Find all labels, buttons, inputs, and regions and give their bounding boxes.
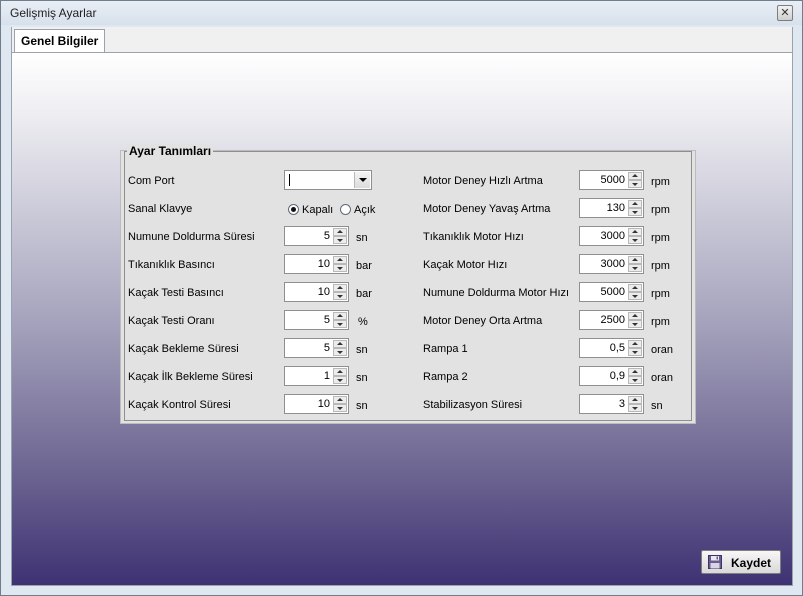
- spin-down-icon[interactable]: [628, 236, 642, 244]
- left-row-label: Kaçak Bekleme Süresi: [128, 343, 239, 355]
- spin-down-icon[interactable]: [333, 264, 347, 272]
- save-button-label: Kaydet: [731, 556, 772, 570]
- motor-deney-orta-artma-input[interactable]: 2500: [579, 310, 644, 330]
- right-row-label: Rampa 1: [423, 343, 468, 355]
- com-port-select[interactable]: [284, 170, 372, 190]
- motor-deney-hizli-artma-input[interactable]: 5000: [579, 170, 644, 190]
- unit-label: bar: [356, 260, 372, 272]
- unit-label: bar: [356, 288, 372, 300]
- spin-up-icon[interactable]: [628, 396, 642, 404]
- unit-label: sn: [356, 344, 368, 356]
- tikaniklik-motor-hizi-input[interactable]: 3000: [579, 226, 644, 246]
- numune-doldurma-suresi-input[interactable]: 5: [284, 226, 349, 246]
- spin-up-icon[interactable]: [333, 396, 347, 404]
- unit-label: sn: [651, 400, 663, 412]
- window-title: Gelişmiş Ayarlar: [10, 6, 97, 20]
- kacak-testi-basinci-input[interactable]: 10: [284, 282, 349, 302]
- kacak-kontrol-suresi-input[interactable]: 10: [284, 394, 349, 414]
- unit-label: sn: [356, 232, 368, 244]
- right-row-label: Tıkanıklık Motor Hızı: [423, 231, 524, 243]
- tab-genel-bilgiler[interactable]: Genel Bilgiler: [14, 29, 106, 53]
- radio-kapali-label[interactable]: Kapalı: [302, 204, 333, 216]
- spin-down-icon[interactable]: [628, 376, 642, 384]
- spin-up-icon[interactable]: [333, 284, 347, 292]
- kacak-testi-orani-input[interactable]: 5: [284, 310, 349, 330]
- kacak-ilk-bekleme-suresi-input[interactable]: 1: [284, 366, 349, 386]
- settings-window: Gelişmiş Ayarlar ✕ Genel Bilgiler Ayar T…: [0, 0, 803, 596]
- spin-down-icon[interactable]: [333, 292, 347, 300]
- kacak-bekleme-suresi-input[interactable]: 5: [284, 338, 349, 358]
- spin-down-icon[interactable]: [333, 404, 347, 412]
- tab-strip: Genel Bilgiler: [11, 27, 793, 53]
- spin-up-icon[interactable]: [628, 256, 642, 264]
- spin-up-icon[interactable]: [628, 284, 642, 292]
- spin-up-icon[interactable]: [628, 172, 642, 180]
- spin-up-icon[interactable]: [628, 340, 642, 348]
- spin-down-icon[interactable]: [333, 236, 347, 244]
- left-row-label: Kaçak Testi Basıncı: [128, 287, 224, 299]
- group-title: Ayar Tanımları: [127, 144, 214, 158]
- right-row-label: Rampa 2: [423, 371, 468, 383]
- right-row-label: Motor Deney Yavaş Artma: [423, 203, 551, 215]
- title-bar: Gelişmiş Ayarlar ✕: [1, 1, 802, 25]
- right-row-label: Numune Doldurma Motor Hızı: [423, 287, 570, 299]
- spin-up-icon[interactable]: [628, 312, 642, 320]
- settings-group: Ayar Tanımları Com Port Sanal Klavye Kap…: [120, 144, 696, 424]
- spin-up-icon[interactable]: [333, 368, 347, 376]
- right-row-label: Motor Deney Orta Artma: [423, 315, 543, 327]
- spin-down-icon[interactable]: [628, 208, 642, 216]
- left-row-label: Kaçak Testi Oranı: [128, 315, 215, 327]
- left-row-label: Kaçak Kontrol Süresi: [128, 399, 231, 411]
- unit-label: rpm: [651, 204, 670, 216]
- tikaniklik-basinci-input[interactable]: 10: [284, 254, 349, 274]
- save-button[interactable]: Kaydet: [701, 550, 781, 574]
- kacak-motor-hizi-input[interactable]: 3000: [579, 254, 644, 274]
- unit-label: %: [358, 316, 368, 328]
- spin-up-icon[interactable]: [628, 368, 642, 376]
- radio-acik[interactable]: [340, 204, 351, 215]
- motor-deney-yavas-artma-input[interactable]: 130: [579, 198, 644, 218]
- spin-up-icon[interactable]: [333, 256, 347, 264]
- spin-up-icon[interactable]: [333, 228, 347, 236]
- rampa-2-input[interactable]: 0,9: [579, 366, 644, 386]
- rampa-1-input[interactable]: 0,5: [579, 338, 644, 358]
- spin-down-icon[interactable]: [628, 180, 642, 188]
- right-row-label: Kaçak Motor Hızı: [423, 259, 508, 271]
- spin-down-icon[interactable]: [333, 320, 347, 328]
- spin-down-icon[interactable]: [333, 376, 347, 384]
- unit-label: rpm: [651, 316, 670, 328]
- spin-down-icon[interactable]: [628, 348, 642, 356]
- spin-up-icon[interactable]: [333, 312, 347, 320]
- spin-down-icon[interactable]: [628, 404, 642, 412]
- com-port-label: Com Port: [128, 175, 175, 187]
- sanal-klavye-label: Sanal Klavye: [128, 203, 193, 215]
- floppy-disk-icon: [708, 555, 722, 569]
- spin-up-icon[interactable]: [628, 228, 642, 236]
- spin-down-icon[interactable]: [628, 320, 642, 328]
- spin-down-icon[interactable]: [333, 348, 347, 356]
- unit-label: rpm: [651, 288, 670, 300]
- chevron-down-icon[interactable]: [354, 172, 370, 188]
- spin-down-icon[interactable]: [628, 292, 642, 300]
- spin-up-icon[interactable]: [333, 340, 347, 348]
- unit-label: oran: [651, 372, 674, 384]
- spin-up-icon[interactable]: [628, 200, 642, 208]
- unit-label: rpm: [651, 176, 670, 188]
- spin-down-icon[interactable]: [628, 264, 642, 272]
- stabilizasyon-suresi-input[interactable]: 3: [579, 394, 644, 414]
- unit-label: rpm: [651, 260, 670, 272]
- left-row-label: Kaçak İlk Bekleme Süresi: [128, 371, 253, 383]
- unit-label: rpm: [651, 232, 670, 244]
- radio-kapali[interactable]: [288, 204, 299, 215]
- left-row-label: Numune Doldurma Süresi: [128, 231, 255, 243]
- unit-label: sn: [356, 372, 368, 384]
- right-row-label: Motor Deney Hızlı Artma: [423, 175, 543, 187]
- close-button[interactable]: ✕: [777, 5, 793, 21]
- unit-label: oran: [651, 344, 674, 356]
- right-row-label: Stabilizasyon Süresi: [423, 399, 523, 411]
- radio-acik-label[interactable]: Açık: [354, 204, 375, 216]
- numune-doldurma-motor-hizi-input[interactable]: 5000: [579, 282, 644, 302]
- unit-label: sn: [356, 400, 368, 412]
- left-row-label: Tıkanıklık Basıncı: [128, 259, 215, 271]
